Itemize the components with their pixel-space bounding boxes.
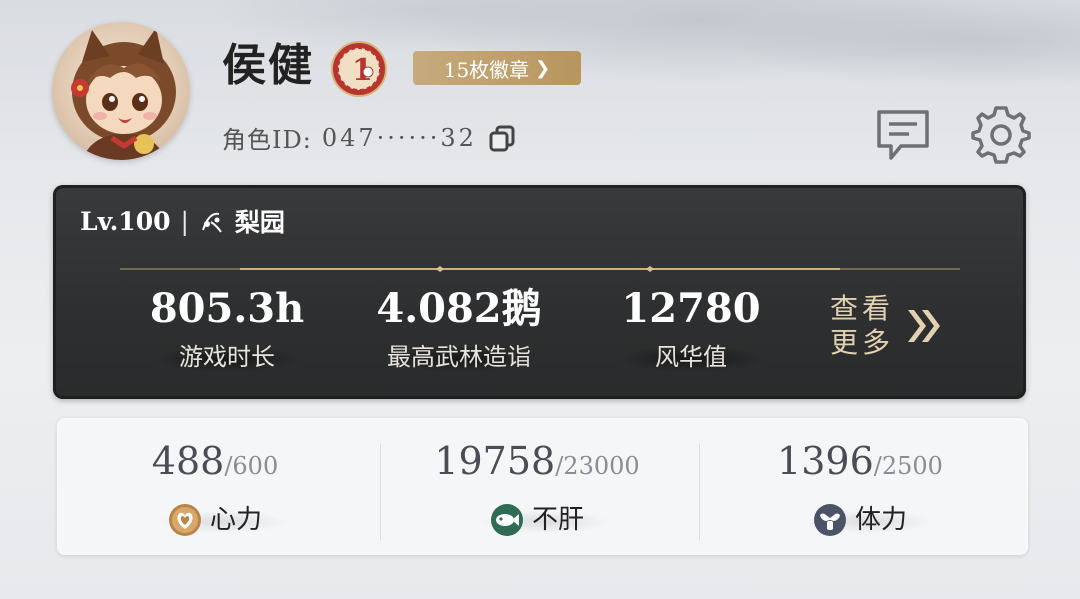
level-row: Lv.100 | 梨园: [80, 203, 285, 239]
resource-name: 不肝: [531, 505, 584, 535]
role-id-value: 047······32: [321, 123, 477, 152]
view-more-button[interactable]: 查看 更多: [830, 292, 944, 360]
school-icon: [201, 212, 222, 233]
resource-tili[interactable]: 1396/2500 体力: [710, 438, 1010, 539]
badges-button[interactable]: 15枚徽章 ❯: [413, 51, 581, 85]
username: 侯健: [222, 40, 314, 91]
double-chevron-right-icon: [908, 310, 941, 342]
copy-icon[interactable]: [487, 123, 517, 153]
role-id: 角色ID: 047······32: [222, 120, 517, 155]
rank-badge-icon[interactable]: 1: [330, 40, 388, 98]
resource-current: 19758: [434, 439, 556, 483]
divider: [699, 444, 700, 540]
muscle-icon: [813, 504, 846, 536]
stat-playtime: 805.3h 游戏时长: [117, 285, 337, 375]
stat-value: 805.3h: [149, 285, 305, 332]
resource-max: /600: [224, 452, 279, 480]
resource-max: /2500: [873, 452, 943, 480]
fish-icon: [490, 504, 523, 536]
stat-value: 4.082鹅: [376, 285, 542, 332]
gear-icon[interactable]: [971, 106, 1031, 164]
resource-bugan[interactable]: 19758/23000 不肝: [387, 438, 687, 539]
resource-name: 体力: [854, 505, 907, 535]
school-name: 梨园: [234, 208, 285, 237]
stat-label: 最高武林造诣: [371, 339, 547, 375]
stat-elegance: 12780 风华值: [581, 285, 801, 375]
role-id-label: 角色ID:: [222, 126, 312, 154]
badges-label: 15枚徽章: [443, 57, 530, 82]
resource-current: 1396: [777, 439, 874, 483]
stat-skill: 4.082鹅 最高武林造诣: [349, 285, 569, 375]
ornament-divider: [120, 266, 960, 272]
avatar[interactable]: [52, 22, 190, 160]
divider: [380, 444, 381, 540]
heart-emblem-icon: [168, 504, 201, 536]
stat-label: 游戏时长: [139, 339, 315, 375]
view-more-line2: 更多: [830, 326, 895, 359]
resource-current: 488: [151, 439, 225, 483]
stat-value: 12780: [621, 285, 761, 332]
stat-label: 风华值: [603, 339, 779, 375]
chevron-right-icon: ❯: [535, 57, 551, 79]
level-text: Lv.100: [80, 206, 171, 236]
resource-max: /23000: [555, 452, 640, 480]
resource-xinli[interactable]: 488/600 心力: [65, 438, 365, 539]
resource-name: 心力: [209, 505, 262, 535]
view-more-line1: 查看: [830, 292, 895, 325]
level-separator: |: [180, 206, 189, 236]
message-icon[interactable]: [873, 106, 933, 164]
